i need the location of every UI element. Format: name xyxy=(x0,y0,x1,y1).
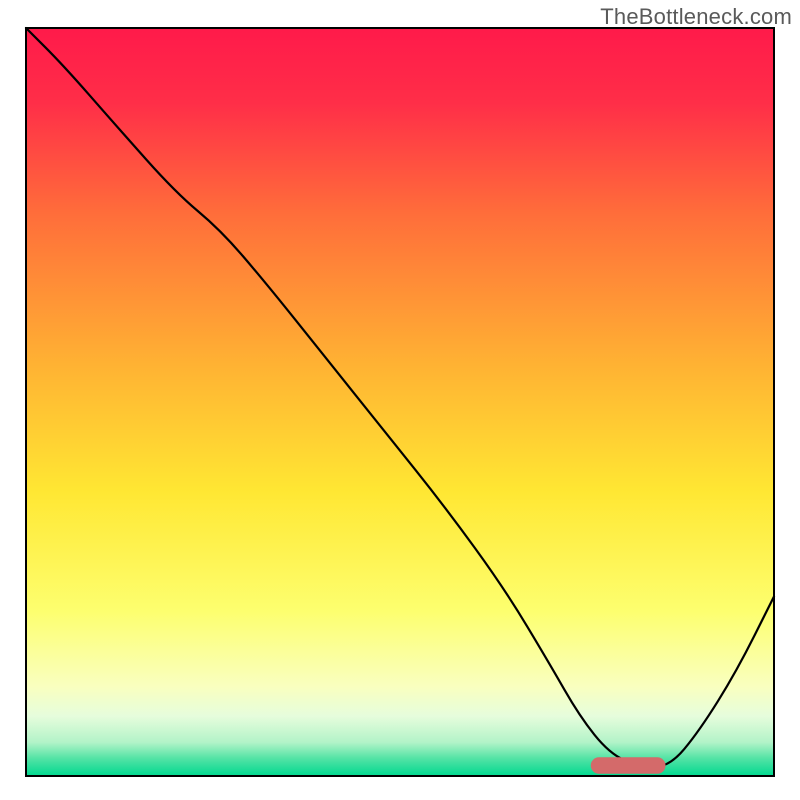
plot-background xyxy=(26,28,774,776)
watermark-text: TheBottleneck.com xyxy=(600,4,792,30)
optimal-zone-marker xyxy=(591,757,666,773)
chart-container: TheBottleneck.com xyxy=(0,0,800,800)
bottleneck-chart xyxy=(0,0,800,800)
